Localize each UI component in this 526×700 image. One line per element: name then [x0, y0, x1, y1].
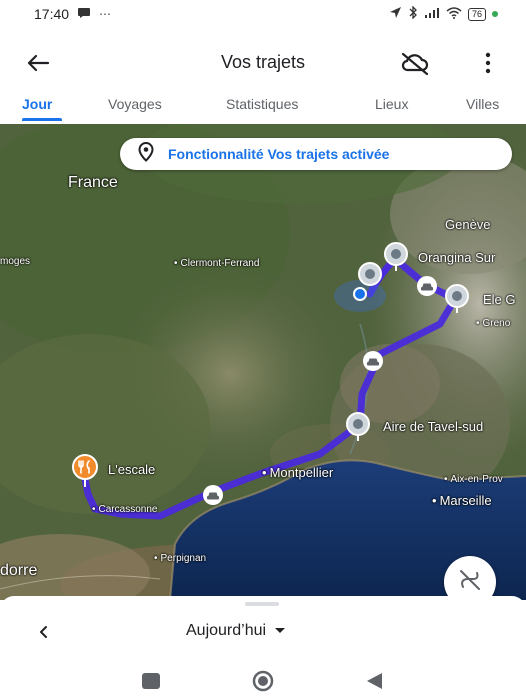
city-label-marseille: Marseille — [432, 493, 492, 508]
city-label-carcassonne: Carcassonne — [92, 504, 158, 515]
bluetooth-icon — [408, 5, 418, 22]
dropdown-arrow-icon — [274, 622, 286, 640]
wifi-icon — [446, 6, 462, 22]
status-bar: 17:40 ⋯ 76 — [0, 0, 526, 28]
satellite-terrain — [0, 124, 526, 600]
page-title: Vos trajets — [220, 52, 306, 72]
tab-villes[interactable]: Villes — [466, 96, 499, 112]
region-label-southwest: dorre — [0, 562, 38, 579]
privacy-indicator-icon — [492, 11, 498, 17]
place-label-orangina[interactable]: Orangina Sur — [418, 250, 495, 265]
tab-bar: Jour Voyages Statistiques Lieux Villes — [0, 88, 526, 124]
tab-statistiques[interactable]: Statistiques — [226, 96, 298, 112]
place-label-escale[interactable]: L'escale — [108, 462, 155, 477]
recent-apps-icon[interactable] — [138, 670, 164, 692]
country-label: France — [68, 174, 118, 191]
place-marker-icon[interactable] — [443, 284, 471, 319]
car-icon[interactable] — [416, 275, 438, 302]
active-tab-indicator — [22, 118, 62, 121]
place-label-ele[interactable]: Ele G — [483, 292, 516, 307]
banner-text: Fonctionnalité Vos trajets activée — [168, 146, 390, 162]
city-label-montpellier: Montpellier — [262, 465, 334, 480]
city-label-clermont: Clermont-Ferrand — [174, 258, 260, 269]
app-bar: Vos trajets — [0, 36, 526, 88]
battery-icon: 76 — [467, 7, 486, 21]
tracking-enabled-banner[interactable]: Fonctionnalité Vos trajets activée — [120, 138, 512, 170]
more-notifications-icon: ⋯ — [99, 7, 112, 21]
tab-voyages[interactable]: Voyages — [108, 96, 162, 112]
place-marker-icon[interactable] — [356, 262, 384, 297]
route-off-icon — [457, 567, 483, 598]
location-icon — [389, 6, 402, 22]
tab-jour[interactable]: Jour — [22, 96, 52, 112]
place-label-tavel[interactable]: Aire de Tavel-sud — [383, 419, 483, 434]
previous-day-icon[interactable] — [34, 622, 52, 642]
timeline-map[interactable]: Fonctionnalité Vos trajets activée Franc… — [0, 124, 526, 600]
chat-icon — [77, 7, 91, 22]
home-icon[interactable] — [250, 670, 276, 692]
city-label-geneve: Genève — [445, 217, 491, 232]
city-label-perpignan: Perpignan — [154, 553, 207, 564]
back-icon[interactable] — [362, 670, 388, 692]
place-marker-icon[interactable] — [382, 242, 410, 277]
car-icon[interactable] — [362, 350, 384, 377]
car-icon[interactable] — [202, 484, 224, 511]
system-nav-bar — [0, 660, 526, 700]
date-sheet: Aujourd’hui — [0, 596, 526, 660]
toggle-route-button[interactable] — [444, 556, 496, 600]
cloud-off-icon[interactable] — [398, 49, 432, 77]
location-pin-icon — [138, 141, 154, 167]
date-label: Aujourd’hui — [186, 622, 267, 639]
restaurant-marker-icon[interactable] — [70, 454, 100, 493]
tab-lieux[interactable]: Lieux — [375, 96, 408, 112]
sheet-drag-handle[interactable] — [245, 602, 279, 606]
signal-icon — [424, 7, 440, 22]
city-label-aix: Aix-en-Prov — [444, 474, 503, 485]
status-time: 17:40 — [34, 6, 70, 22]
city-label-grenoble: Greno — [476, 318, 511, 329]
region-label-west: moges — [0, 256, 31, 267]
more-options-icon[interactable] — [476, 50, 500, 76]
date-selector[interactable]: Aujourd’hui — [186, 622, 286, 640]
place-marker-icon[interactable] — [344, 412, 372, 447]
